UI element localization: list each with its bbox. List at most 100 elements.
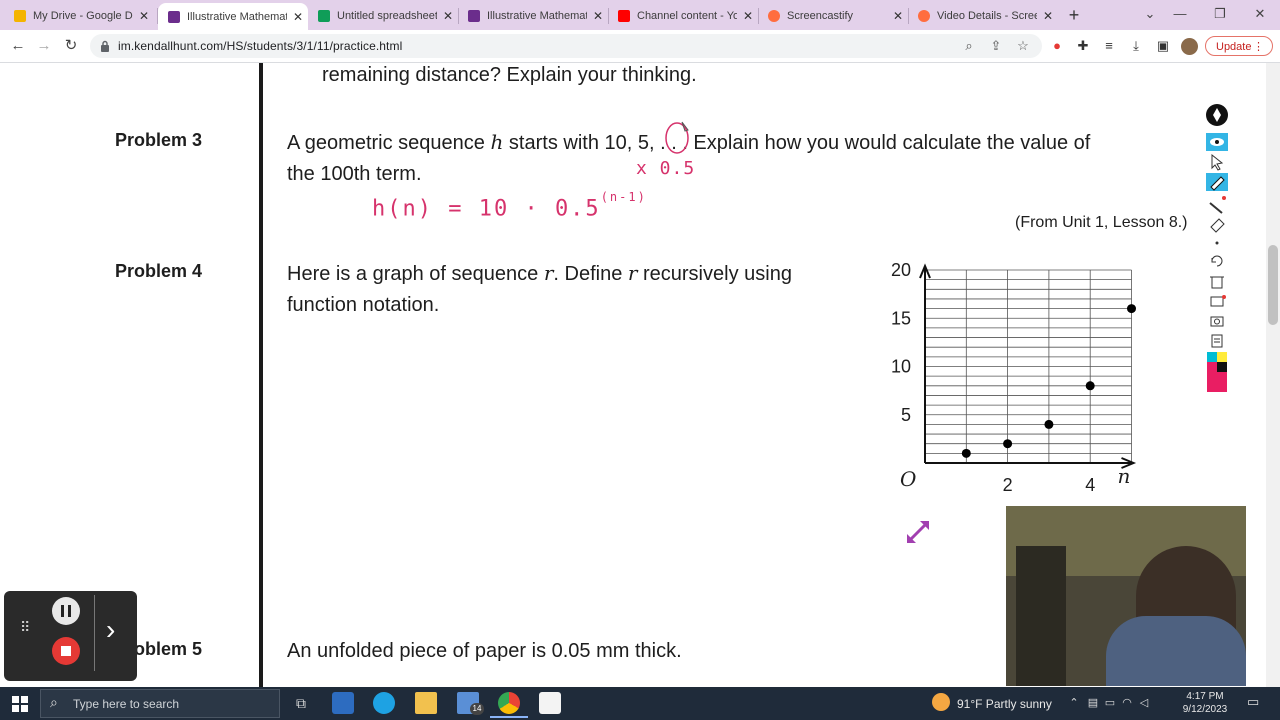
- x-tick-label: 2: [1003, 475, 1013, 495]
- color-swatch-black: [1217, 362, 1227, 372]
- tab-illustrative-mathematics[interactable]: Illustrative Mathematics ✕: [458, 4, 608, 28]
- volume-icon[interactable]: ◁: [1138, 697, 1150, 709]
- problem-3-text-a: A geometric sequence: [287, 132, 491, 154]
- screencastify-extension-icon[interactable]: ●: [1049, 38, 1065, 54]
- edge-browser-icon[interactable]: [373, 692, 395, 714]
- update-button[interactable]: Update ⋮: [1205, 36, 1273, 56]
- tab-youtube-channel[interactable]: Channel content - YouTube ✕: [608, 4, 758, 28]
- network-icon[interactable]: ▤: [1087, 697, 1099, 709]
- tab-video-details[interactable]: Video Details - Screencastify ✕: [908, 4, 1058, 28]
- problem-3-variable: h: [490, 130, 504, 154]
- bookmark-star-icon[interactable]: ☆: [1015, 38, 1031, 54]
- tab-title: Screencastify: [787, 10, 854, 22]
- y-tick-label: 5: [901, 405, 911, 425]
- taskbar-clock[interactable]: 4:17 PM 9/12/2023: [1180, 690, 1230, 716]
- data-point: [1044, 419, 1054, 429]
- zoom-icon[interactable]: ⌕: [961, 38, 977, 54]
- wifi-icon[interactable]: ◠: [1121, 697, 1133, 709]
- chrome-icon[interactable]: [498, 692, 520, 714]
- file-explorer-icon[interactable]: [415, 692, 437, 714]
- pause-icon: [61, 605, 64, 617]
- stop-button[interactable]: [52, 637, 80, 665]
- maximize-button[interactable]: ❐: [1205, 5, 1235, 23]
- webcam-overlay[interactable]: [1006, 506, 1246, 686]
- problem-4-text-d: function notation.: [287, 294, 440, 316]
- chevron-right-icon[interactable]: ›: [106, 615, 115, 645]
- share-icon[interactable]: ⇪: [988, 38, 1004, 54]
- problem-4-text-a: Here is a graph of sequence: [287, 263, 544, 285]
- google-drive-icon: [14, 10, 26, 22]
- profile-avatar[interactable]: [1181, 38, 1198, 55]
- page-scrollbar[interactable]: [1266, 63, 1280, 687]
- close-tab-icon[interactable]: ✕: [741, 9, 755, 23]
- data-point: [1127, 304, 1136, 314]
- back-arrow-icon[interactable]: ←: [7, 36, 29, 56]
- tab-untitled-spreadsheet[interactable]: Untitled spreadsheet ✕: [308, 4, 458, 28]
- stop-icon: [61, 646, 71, 656]
- tab-illustrative-mathematics-active[interactable]: Illustrative Mathematics ✕: [158, 3, 308, 30]
- graph-grid: [925, 269, 1132, 463]
- microsoft-store-icon[interactable]: [332, 692, 354, 714]
- trash-icon: [1211, 276, 1223, 289]
- problem-4-variable-2: r: [627, 261, 638, 285]
- problem-3-label: Problem 3: [115, 130, 203, 150]
- forward-arrow-icon[interactable]: →: [33, 36, 55, 56]
- pen-app-icon[interactable]: [539, 692, 561, 714]
- handwritten-circle-annotation: [665, 121, 689, 154]
- cursor-icon: [1211, 153, 1224, 171]
- problem-5-text: An unfolded piece of paper is 0.05 mm th…: [287, 640, 682, 662]
- tab-title: My Drive - Google Drive: [33, 10, 133, 22]
- more-menu-icon: ⋮: [1253, 41, 1264, 53]
- close-tab-icon[interactable]: ✕: [1041, 9, 1055, 23]
- url-text[interactable]: im.kendallhunt.com/HS/students/3/1/11/pr…: [118, 39, 402, 53]
- extensions-puzzle-icon[interactable]: ✚: [1075, 38, 1091, 54]
- reading-list-icon[interactable]: ≡: [1101, 38, 1117, 54]
- battery-icon[interactable]: ▭: [1104, 697, 1116, 709]
- y-tick-label: 15: [891, 308, 911, 328]
- new-tab-button[interactable]: +: [1064, 5, 1084, 25]
- reload-icon[interactable]: ↻: [60, 36, 82, 56]
- column-divider: [259, 63, 263, 687]
- notification-icon[interactable]: ▭: [1247, 695, 1259, 708]
- undo-icon: [1211, 255, 1223, 267]
- chevron-up-icon[interactable]: ⌃: [1068, 697, 1080, 709]
- problem-4-text-c: recursively using: [637, 263, 792, 285]
- data-point: [1085, 381, 1095, 391]
- close-tab-icon[interactable]: ✕: [891, 9, 905, 23]
- close-tab-icon[interactable]: ✕: [137, 9, 151, 23]
- expand-arrows-icon[interactable]: [905, 519, 931, 545]
- tab-search-icon[interactable]: ⌄: [1135, 5, 1165, 23]
- tab-google-drive[interactable]: My Drive - Google Drive ✕: [4, 4, 156, 28]
- windows-start-icon[interactable]: [12, 696, 28, 712]
- minimize-button[interactable]: —: [1165, 5, 1195, 23]
- handwritten-formula: h(n) = 10 · 0.5(n-1): [372, 190, 647, 221]
- google-sheets-icon: [318, 10, 330, 22]
- color-swatch-magenta: [1207, 362, 1217, 372]
- screencastify-icon: [768, 10, 780, 22]
- weather-text[interactable]: 91°F Partly sunny: [957, 697, 1052, 711]
- download-icon[interactable]: ⤓: [1128, 38, 1144, 54]
- color-swatch-cyan: [1207, 352, 1217, 362]
- close-tab-icon[interactable]: ✕: [291, 10, 305, 24]
- problem-4-text-b: . Define: [553, 263, 628, 285]
- tab-title: Untitled spreadsheet: [337, 10, 437, 22]
- drag-handle-icon[interactable]: ⠿: [20, 620, 31, 634]
- lock-icon: [101, 40, 109, 52]
- close-tab-icon[interactable]: ✕: [591, 9, 605, 23]
- tab-screencastify[interactable]: Screencastify ✕: [758, 4, 908, 28]
- close-window-button[interactable]: ✕: [1245, 5, 1275, 23]
- illustrative-math-icon: [468, 10, 480, 22]
- task-view-icon[interactable]: ⧉: [290, 692, 312, 714]
- update-label: Update: [1216, 41, 1252, 53]
- close-tab-icon[interactable]: ✕: [441, 9, 455, 23]
- screenshot-icon: [1210, 296, 1224, 307]
- y-tick-label: 20: [891, 260, 911, 280]
- pause-button[interactable]: [52, 597, 80, 625]
- data-point: [961, 448, 971, 458]
- side-panel-icon[interactable]: ▣: [1155, 38, 1171, 54]
- handwritten-exponent: (n-1): [600, 190, 647, 204]
- scrollbar-thumb[interactable]: [1268, 245, 1278, 325]
- problem-3-text-c: the 100th term.: [287, 163, 422, 185]
- taskbar-search-placeholder[interactable]: Type here to search: [73, 697, 179, 711]
- problem-4-text: Here is a graph of sequence r. Define r …: [287, 257, 792, 290]
